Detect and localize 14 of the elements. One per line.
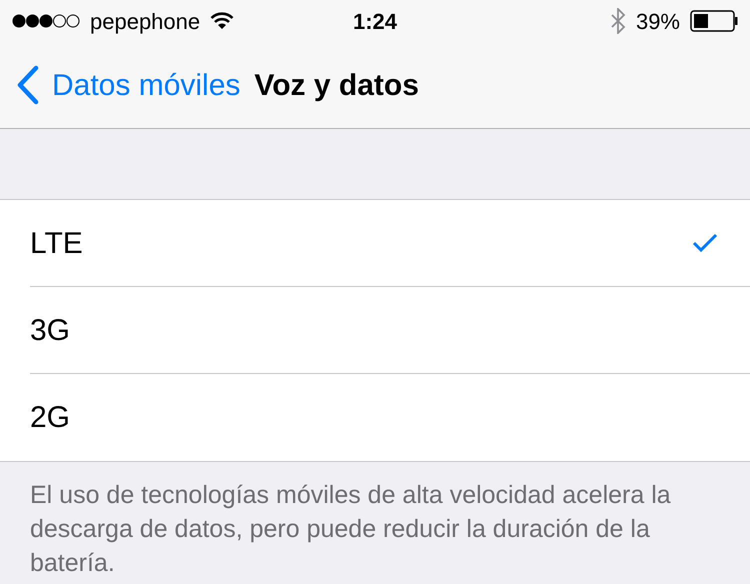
network-option[interactable]: LTE xyxy=(30,200,750,287)
battery-percentage: 39% xyxy=(636,8,680,36)
network-option[interactable]: 2G xyxy=(30,374,750,461)
footer-note: El uso de tecnologías móviles de alta velocidad acelera la descarga de datos, pero puede reducir la duración de la batería. xyxy=(29,480,672,579)
bluetooth-icon xyxy=(610,8,626,34)
battery-icon xyxy=(690,10,738,32)
page-title: Voz y datos xyxy=(254,68,419,104)
signal-strength-icon xyxy=(12,14,80,28)
clock-time: 1:24 xyxy=(352,8,398,36)
network-option[interactable]: 3G xyxy=(30,287,750,374)
back-button[interactable]: Datos móviles xyxy=(16,62,240,108)
carrier-name: pepephone xyxy=(90,8,200,36)
chevron-left-icon xyxy=(16,65,40,105)
wifi-icon xyxy=(210,12,234,30)
